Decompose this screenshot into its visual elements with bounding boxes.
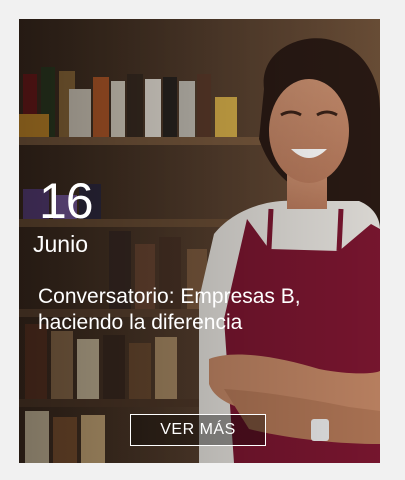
event-month: Junio bbox=[33, 231, 88, 257]
event-title[interactable]: Conversatorio: Empresas B, haciendo la d… bbox=[38, 284, 368, 336]
event-day: 16 bbox=[39, 173, 94, 229]
ver-mas-button[interactable]: VER MÁS bbox=[130, 414, 266, 446]
event-card[interactable]: 16 Junio Conversatorio: Empresas B, haci… bbox=[19, 19, 380, 463]
